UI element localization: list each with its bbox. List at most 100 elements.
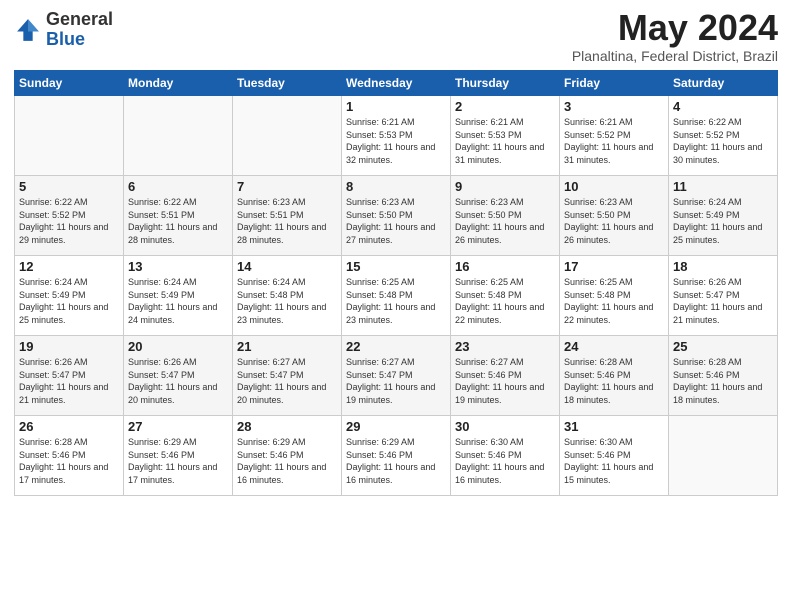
title-section: May 2024 Planaltina, Federal District, B… — [572, 10, 778, 64]
day-number: 6 — [128, 179, 228, 194]
cell-content: Sunrise: 6:23 AMSunset: 5:50 PMDaylight:… — [564, 197, 653, 245]
calendar-table: Sunday Monday Tuesday Wednesday Thursday… — [14, 70, 778, 496]
day-number: 15 — [346, 259, 446, 274]
cell-content: Sunrise: 6:21 AMSunset: 5:52 PMDaylight:… — [564, 117, 653, 165]
day-number: 29 — [346, 419, 446, 434]
cell-content: Sunrise: 6:26 AMSunset: 5:47 PMDaylight:… — [19, 357, 108, 405]
cell-content: Sunrise: 6:22 AMSunset: 5:52 PMDaylight:… — [19, 197, 108, 245]
cell-content: Sunrise: 6:22 AMSunset: 5:52 PMDaylight:… — [673, 117, 762, 165]
cell-5-7 — [669, 416, 778, 496]
day-number: 3 — [564, 99, 664, 114]
cell-1-6: 3 Sunrise: 6:21 AMSunset: 5:52 PMDaylight… — [560, 96, 669, 176]
day-number: 10 — [564, 179, 664, 194]
day-number: 31 — [564, 419, 664, 434]
cell-5-3: 28 Sunrise: 6:29 AMSunset: 5:46 PMDayligh… — [233, 416, 342, 496]
header-thursday: Thursday — [451, 71, 560, 96]
day-number: 24 — [564, 339, 664, 354]
calendar-page: General Blue May 2024 Planaltina, Federa… — [0, 0, 792, 612]
cell-content: Sunrise: 6:30 AMSunset: 5:46 PMDaylight:… — [455, 437, 544, 485]
day-number: 8 — [346, 179, 446, 194]
cell-content: Sunrise: 6:25 AMSunset: 5:48 PMDaylight:… — [564, 277, 653, 325]
cell-5-6: 31 Sunrise: 6:30 AMSunset: 5:46 PMDayligh… — [560, 416, 669, 496]
day-number: 22 — [346, 339, 446, 354]
header-monday: Monday — [124, 71, 233, 96]
cell-content: Sunrise: 6:27 AMSunset: 5:46 PMDaylight:… — [455, 357, 544, 405]
header-sunday: Sunday — [15, 71, 124, 96]
cell-3-6: 17Sunrise: 6:25 AMSunset: 5:48 PMDayligh… — [560, 256, 669, 336]
cell-4-3: 21Sunrise: 6:27 AMSunset: 5:47 PMDayligh… — [233, 336, 342, 416]
header-row: Sunday Monday Tuesday Wednesday Thursday… — [15, 71, 778, 96]
day-number: 18 — [673, 259, 773, 274]
cell-5-4: 29 Sunrise: 6:29 AMSunset: 5:46 PMDayligh… — [342, 416, 451, 496]
cell-content: Sunrise: 6:22 AMSunset: 5:51 PMDaylight:… — [128, 197, 217, 245]
logo: General Blue — [14, 10, 113, 50]
week-row-1: 1 Sunrise: 6:21 AMSunset: 5:53 PMDaylight… — [15, 96, 778, 176]
cell-2-2: 6 Sunrise: 6:22 AMSunset: 5:51 PMDaylight… — [124, 176, 233, 256]
cell-4-7: 25Sunrise: 6:28 AMSunset: 5:46 PMDayligh… — [669, 336, 778, 416]
day-number: 28 — [237, 419, 337, 434]
cell-content: Sunrise: 6:27 AMSunset: 5:47 PMDaylight:… — [346, 357, 435, 405]
cell-content: Sunrise: 6:29 AMSunset: 5:46 PMDaylight:… — [346, 437, 435, 485]
logo-general: General — [46, 10, 113, 30]
week-row-5: 26Sunrise: 6:28 AMSunset: 5:46 PMDayligh… — [15, 416, 778, 496]
cell-content: Sunrise: 6:27 AMSunset: 5:47 PMDaylight:… — [237, 357, 326, 405]
cell-content: Sunrise: 6:24 AMSunset: 5:49 PMDaylight:… — [673, 197, 762, 245]
cell-2-5: 9Sunrise: 6:23 AMSunset: 5:50 PMDaylight… — [451, 176, 560, 256]
cell-2-4: 8 Sunrise: 6:23 AMSunset: 5:50 PMDaylight… — [342, 176, 451, 256]
cell-2-3: 7Sunrise: 6:23 AMSunset: 5:51 PMDaylight… — [233, 176, 342, 256]
cell-content: Sunrise: 6:25 AMSunset: 5:48 PMDaylight:… — [455, 277, 544, 325]
day-number: 16 — [455, 259, 555, 274]
week-row-4: 19Sunrise: 6:26 AMSunset: 5:47 PMDayligh… — [15, 336, 778, 416]
cell-content: Sunrise: 6:24 AMSunset: 5:49 PMDaylight:… — [19, 277, 108, 325]
cell-content: Sunrise: 6:24 AMSunset: 5:49 PMDaylight:… — [128, 277, 217, 325]
cell-2-1: 5 Sunrise: 6:22 AMSunset: 5:52 PMDaylight… — [15, 176, 124, 256]
day-number: 7 — [237, 179, 337, 194]
cell-3-1: 12 Sunrise: 6:24 AMSunset: 5:49 PMDayligh… — [15, 256, 124, 336]
cell-3-2: 13 Sunrise: 6:24 AMSunset: 5:49 PMDayligh… — [124, 256, 233, 336]
day-number: 1 — [346, 99, 446, 114]
cell-2-6: 10 Sunrise: 6:23 AMSunset: 5:50 PMDayligh… — [560, 176, 669, 256]
cell-content: Sunrise: 6:30 AMSunset: 5:46 PMDaylight:… — [564, 437, 653, 485]
cell-5-2: 27Sunrise: 6:29 AMSunset: 5:46 PMDayligh… — [124, 416, 233, 496]
cell-1-5: 2Sunrise: 6:21 AMSunset: 5:53 PMDaylight… — [451, 96, 560, 176]
cell-1-1 — [15, 96, 124, 176]
cell-content: Sunrise: 6:28 AMSunset: 5:46 PMDaylight:… — [564, 357, 653, 405]
day-number: 12 — [19, 259, 119, 274]
cell-content: Sunrise: 6:23 AMSunset: 5:50 PMDaylight:… — [455, 197, 544, 245]
cell-content: Sunrise: 6:29 AMSunset: 5:46 PMDaylight:… — [237, 437, 326, 485]
header-tuesday: Tuesday — [233, 71, 342, 96]
day-number: 5 — [19, 179, 119, 194]
day-number: 2 — [455, 99, 555, 114]
day-number: 30 — [455, 419, 555, 434]
day-number: 20 — [128, 339, 228, 354]
cell-2-7: 11Sunrise: 6:24 AMSunset: 5:49 PMDayligh… — [669, 176, 778, 256]
cell-1-3 — [233, 96, 342, 176]
logo-icon — [14, 16, 42, 44]
cell-content: Sunrise: 6:26 AMSunset: 5:47 PMDaylight:… — [128, 357, 217, 405]
cell-content: Sunrise: 6:23 AMSunset: 5:50 PMDaylight:… — [346, 197, 435, 245]
week-row-3: 12 Sunrise: 6:24 AMSunset: 5:49 PMDayligh… — [15, 256, 778, 336]
cell-content: Sunrise: 6:24 AMSunset: 5:48 PMDaylight:… — [237, 277, 326, 325]
cell-5-5: 30 Sunrise: 6:30 AMSunset: 5:46 PMDayligh… — [451, 416, 560, 496]
cell-1-7: 4 Sunrise: 6:22 AMSunset: 5:52 PMDaylight… — [669, 96, 778, 176]
month-title: May 2024 — [572, 10, 778, 46]
cell-content: Sunrise: 6:26 AMSunset: 5:47 PMDaylight:… — [673, 277, 762, 325]
header: General Blue May 2024 Planaltina, Federa… — [14, 10, 778, 64]
day-number: 4 — [673, 99, 773, 114]
header-saturday: Saturday — [669, 71, 778, 96]
cell-1-4: 1 Sunrise: 6:21 AMSunset: 5:53 PMDaylight… — [342, 96, 451, 176]
cell-3-5: 16 Sunrise: 6:25 AMSunset: 5:48 PMDayligh… — [451, 256, 560, 336]
cell-content: Sunrise: 6:28 AMSunset: 5:46 PMDaylight:… — [19, 437, 108, 485]
cell-4-2: 20 Sunrise: 6:26 AMSunset: 5:47 PMDayligh… — [124, 336, 233, 416]
cell-content: Sunrise: 6:21 AMSunset: 5:53 PMDaylight:… — [346, 117, 435, 165]
calendar-body: 1 Sunrise: 6:21 AMSunset: 5:53 PMDaylight… — [15, 96, 778, 496]
cell-content: Sunrise: 6:29 AMSunset: 5:46 PMDaylight:… — [128, 437, 217, 485]
cell-5-1: 26Sunrise: 6:28 AMSunset: 5:46 PMDayligh… — [15, 416, 124, 496]
cell-3-4: 15 Sunrise: 6:25 AMSunset: 5:48 PMDayligh… — [342, 256, 451, 336]
cell-content: Sunrise: 6:25 AMSunset: 5:48 PMDaylight:… — [346, 277, 435, 325]
cell-3-3: 14Sunrise: 6:24 AMSunset: 5:48 PMDayligh… — [233, 256, 342, 336]
cell-3-7: 18 Sunrise: 6:26 AMSunset: 5:47 PMDayligh… — [669, 256, 778, 336]
cell-1-2 — [124, 96, 233, 176]
cell-4-6: 24 Sunrise: 6:28 AMSunset: 5:46 PMDayligh… — [560, 336, 669, 416]
day-number: 13 — [128, 259, 228, 274]
